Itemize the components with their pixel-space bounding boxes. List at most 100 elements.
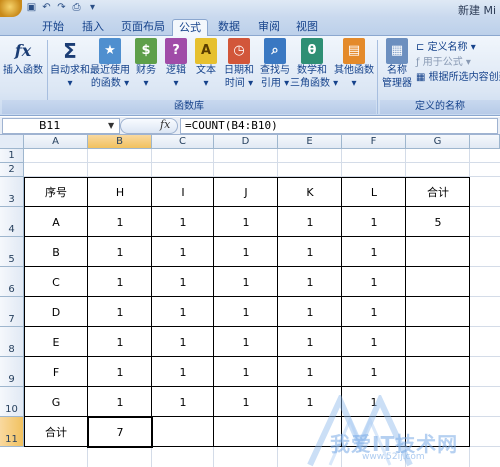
cell-d9[interactable]: 1: [214, 357, 278, 387]
cell-a4[interactable]: A: [24, 207, 88, 237]
cell-g9[interactable]: [406, 357, 470, 387]
cell-d3[interactable]: J: [214, 177, 278, 207]
cell-c11[interactable]: [152, 417, 214, 447]
tab-data[interactable]: 数据: [214, 19, 244, 36]
cell-b10[interactable]: 1: [88, 387, 152, 417]
tab-page-layout[interactable]: 页面布局: [118, 19, 168, 36]
cell-c6[interactable]: 1: [152, 267, 214, 297]
cell-e9[interactable]: 1: [278, 357, 342, 387]
column-header-f[interactable]: F: [342, 135, 406, 149]
cell-b7[interactable]: 1: [88, 297, 152, 327]
cell-f7[interactable]: 1: [342, 297, 406, 327]
date-time-button[interactable]: ◷ 日期和 时间 ▾: [222, 38, 256, 90]
tab-view[interactable]: 视图: [292, 19, 322, 36]
financial-button[interactable]: $ 财务 ▾: [132, 38, 160, 90]
more-functions-button[interactable]: ▤ 其他函数 ▾: [334, 38, 374, 90]
cell-e3[interactable]: K: [278, 177, 342, 207]
cell-b4[interactable]: 1: [88, 207, 152, 237]
row-header-2[interactable]: 2: [0, 163, 24, 177]
row-header-1[interactable]: 1: [0, 149, 24, 163]
cell-d4[interactable]: 1: [214, 207, 278, 237]
office-button[interactable]: [0, 0, 22, 17]
cell-e5[interactable]: 1: [278, 237, 342, 267]
cell-f8[interactable]: 1: [342, 327, 406, 357]
cell-f4[interactable]: 1: [342, 207, 406, 237]
select-all-corner[interactable]: [0, 135, 24, 149]
column-header-a[interactable]: A: [24, 135, 88, 149]
name-manager-button[interactable]: ▦ 名称 管理器: [380, 38, 414, 90]
cell-a8[interactable]: E: [24, 327, 88, 357]
cell-d8[interactable]: 1: [214, 327, 278, 357]
cell-d10[interactable]: 1: [214, 387, 278, 417]
redo-icon[interactable]: ↷: [55, 2, 68, 14]
logical-button[interactable]: ? 逻辑 ▾: [162, 38, 190, 90]
column-header-e[interactable]: E: [278, 135, 342, 149]
cell-g4[interactable]: 5: [406, 207, 470, 237]
cell-c9[interactable]: 1: [152, 357, 214, 387]
cell-a9[interactable]: F: [24, 357, 88, 387]
cell-c5[interactable]: 1: [152, 237, 214, 267]
cell-b8[interactable]: 1: [88, 327, 152, 357]
cell-d5[interactable]: 1: [214, 237, 278, 267]
use-in-formula-button[interactable]: ƒ 用于公式 ▾: [416, 56, 471, 69]
lookup-reference-button[interactable]: ⌕ 查找与 引用 ▾: [258, 38, 292, 90]
cell-f5[interactable]: 1: [342, 237, 406, 267]
save-icon[interactable]: ▣: [25, 2, 38, 14]
cell-b9[interactable]: 1: [88, 357, 152, 387]
cell-c8[interactable]: 1: [152, 327, 214, 357]
cell-a7[interactable]: D: [24, 297, 88, 327]
row-header-10[interactable]: 10: [0, 387, 24, 417]
active-cell-selection[interactable]: [87, 416, 153, 448]
cell-e8[interactable]: 1: [278, 327, 342, 357]
cell-a10[interactable]: G: [24, 387, 88, 417]
column-header-b[interactable]: B: [88, 135, 152, 149]
recent-functions-button[interactable]: ★ 最近使用 的函数 ▾: [90, 38, 130, 90]
cell-d11[interactable]: [214, 417, 278, 447]
cell-b3[interactable]: H: [88, 177, 152, 207]
column-header-d[interactable]: D: [214, 135, 278, 149]
text-button[interactable]: A 文本 ▾: [192, 38, 220, 90]
math-trig-button[interactable]: θ 数学和 三角函数 ▾: [290, 38, 338, 90]
tab-formulas[interactable]: 公式: [172, 19, 208, 36]
cell-g5[interactable]: [406, 237, 470, 267]
cell-a3[interactable]: 序号: [24, 177, 88, 207]
cell-c4[interactable]: 1: [152, 207, 214, 237]
print-icon[interactable]: ⎙: [70, 2, 83, 14]
cell-g6[interactable]: [406, 267, 470, 297]
autosum-button[interactable]: Σ 自动求和 ▾: [50, 38, 90, 90]
formula-input[interactable]: =COUNT(B4:B10): [180, 118, 498, 134]
tab-review[interactable]: 审阅: [254, 19, 284, 36]
row-header-6[interactable]: 6: [0, 267, 24, 297]
cell-c10[interactable]: 1: [152, 387, 214, 417]
column-header-g[interactable]: G: [406, 135, 470, 149]
cell-d7[interactable]: 1: [214, 297, 278, 327]
cell-a11[interactable]: 合计: [24, 417, 88, 447]
cell-a6[interactable]: C: [24, 267, 88, 297]
row-header-9[interactable]: 9: [0, 357, 24, 387]
cell-f9[interactable]: 1: [342, 357, 406, 387]
column-header-c[interactable]: C: [152, 135, 214, 149]
name-box[interactable]: B11: [2, 118, 120, 134]
create-from-selection-button[interactable]: ▦ 根据所选内容创建: [416, 71, 500, 84]
cell-e7[interactable]: 1: [278, 297, 342, 327]
cell-e6[interactable]: 1: [278, 267, 342, 297]
row-header-3[interactable]: 3: [0, 177, 24, 207]
row-header-7[interactable]: 7: [0, 297, 24, 327]
insert-function-button[interactable]: fx 插入函数: [2, 38, 44, 77]
cell-c7[interactable]: 1: [152, 297, 214, 327]
cell-g3[interactable]: 合计: [406, 177, 470, 207]
undo-icon[interactable]: ↶: [40, 2, 53, 14]
cell-g8[interactable]: [406, 327, 470, 357]
cell-a5[interactable]: B: [24, 237, 88, 267]
column-header[interactable]: [470, 135, 500, 149]
row-header-5[interactable]: 5: [0, 237, 24, 267]
cell-g7[interactable]: [406, 297, 470, 327]
cell-f6[interactable]: 1: [342, 267, 406, 297]
chevron-down-icon[interactable]: ▾: [86, 2, 99, 14]
cell-e4[interactable]: 1: [278, 207, 342, 237]
cell-b6[interactable]: 1: [88, 267, 152, 297]
row-header-11[interactable]: 11: [0, 417, 24, 447]
cell-d6[interactable]: 1: [214, 267, 278, 297]
cell-c3[interactable]: I: [152, 177, 214, 207]
chevron-down-icon[interactable]: ▼: [108, 121, 114, 130]
